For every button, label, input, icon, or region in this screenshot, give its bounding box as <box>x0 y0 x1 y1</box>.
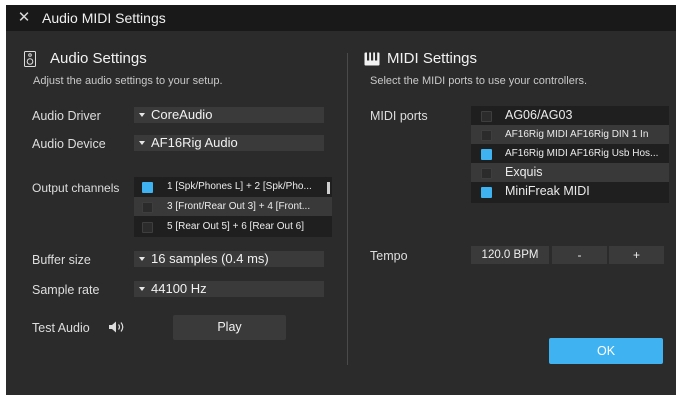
audio-device-value: AF16Rig Audio <box>151 135 238 150</box>
chevron-down-icon <box>139 140 145 145</box>
output-channel-label: 5 [Rear Out 5] + 6 [Rear Out 6] <box>167 221 305 232</box>
checkbox[interactable] <box>481 111 492 122</box>
midi-port-label: MiniFreak MIDI <box>505 184 590 198</box>
sample-rate-select[interactable]: 44100 Hz <box>134 281 324 297</box>
chevron-down-icon <box>139 112 145 117</box>
piano-keys-icon <box>364 52 380 66</box>
section-divider <box>347 53 348 365</box>
checkbox[interactable] <box>481 168 492 179</box>
audio-settings-title: Audio Settings <box>50 50 147 67</box>
midi-port-label: AF16Rig MIDI AF16Rig Usb Hos... <box>505 148 659 159</box>
play-button[interactable]: Play <box>173 315 286 340</box>
audio-device-select[interactable]: AF16Rig Audio <box>134 135 324 151</box>
test-audio-label: Test Audio <box>32 321 90 335</box>
midi-port-item[interactable]: AF16Rig MIDI AF16Rig Usb Hos... <box>471 144 669 163</box>
output-channels-label: Output channels <box>32 181 120 195</box>
audio-driver-select[interactable]: CoreAudio <box>134 107 324 123</box>
checkbox[interactable] <box>481 187 492 198</box>
output-channel-item[interactable]: 5 [Rear Out 5] + 6 [Rear Out 6] <box>134 217 332 236</box>
midi-port-item[interactable]: AG06/AG03 <box>471 106 669 125</box>
midi-port-label: AF16Rig MIDI AF16Rig DIN 1 In <box>505 129 649 140</box>
checkbox[interactable] <box>142 182 153 193</box>
ok-button[interactable]: OK <box>549 338 663 364</box>
checkbox[interactable] <box>142 222 153 233</box>
midi-settings-title: MIDI Settings <box>387 50 478 67</box>
midi-port-item[interactable]: AF16Rig MIDI AF16Rig DIN 1 In <box>471 125 669 144</box>
checkbox[interactable] <box>481 130 492 141</box>
buffer-size-select[interactable]: 16 samples (0.4 ms) <box>134 251 324 267</box>
speaker-icon <box>24 51 36 67</box>
checkbox[interactable] <box>142 202 153 213</box>
audio-midi-settings-dialog: ✕ Audio MIDI Settings Audio Settings Adj… <box>6 5 676 395</box>
audio-driver-value: CoreAudio <box>151 107 213 122</box>
output-channels-list[interactable]: 1 [Spk/Phones L] + 2 [Spk/Pho... 3 [Fron… <box>134 177 332 237</box>
buffer-size-label: Buffer size <box>32 253 91 267</box>
chevron-down-icon <box>139 256 145 261</box>
output-channel-item[interactable]: 3 [Front/Rear Out 3] + 4 [Front... <box>134 197 332 216</box>
chevron-down-icon <box>139 286 145 291</box>
sample-rate-value: 44100 Hz <box>151 281 207 296</box>
audio-settings-description: Adjust the audio settings to your setup. <box>33 75 223 87</box>
buffer-size-value: 16 samples (0.4 ms) <box>151 251 269 266</box>
output-channel-label: 1 [Spk/Phones L] + 2 [Spk/Pho... <box>167 181 312 192</box>
window-title: Audio MIDI Settings <box>42 10 166 26</box>
midi-port-label: Exquis <box>505 165 543 179</box>
sample-rate-label: Sample rate <box>32 283 100 297</box>
tempo-value-field[interactable]: 120.0 BPM <box>471 246 549 264</box>
tempo-label: Tempo <box>370 249 408 263</box>
midi-settings-description: Select the MIDI ports to use your contro… <box>370 75 588 87</box>
midi-port-item[interactable]: Exquis <box>471 163 669 182</box>
volume-icon[interactable] <box>108 320 126 334</box>
close-icon[interactable]: ✕ <box>16 9 32 27</box>
midi-ports-list[interactable]: AG06/AG03 AF16Rig MIDI AF16Rig DIN 1 In … <box>471 106 669 203</box>
tempo-decrease-button[interactable]: - <box>552 246 607 264</box>
audio-device-label: Audio Device <box>32 137 106 151</box>
title-bar: ✕ Audio MIDI Settings <box>6 5 676 31</box>
midi-port-label: AG06/AG03 <box>505 108 573 122</box>
tempo-increase-button[interactable]: + <box>609 246 664 264</box>
checkbox[interactable] <box>481 149 492 160</box>
output-channel-item[interactable]: 1 [Spk/Phones L] + 2 [Spk/Pho... <box>134 177 332 196</box>
scrollbar-thumb[interactable] <box>327 182 330 194</box>
audio-driver-label: Audio Driver <box>32 109 101 123</box>
midi-port-item[interactable]: MiniFreak MIDI <box>471 182 669 201</box>
output-channel-label: 3 [Front/Rear Out 3] + 4 [Front... <box>167 201 311 212</box>
midi-ports-label: MIDI ports <box>370 109 428 123</box>
